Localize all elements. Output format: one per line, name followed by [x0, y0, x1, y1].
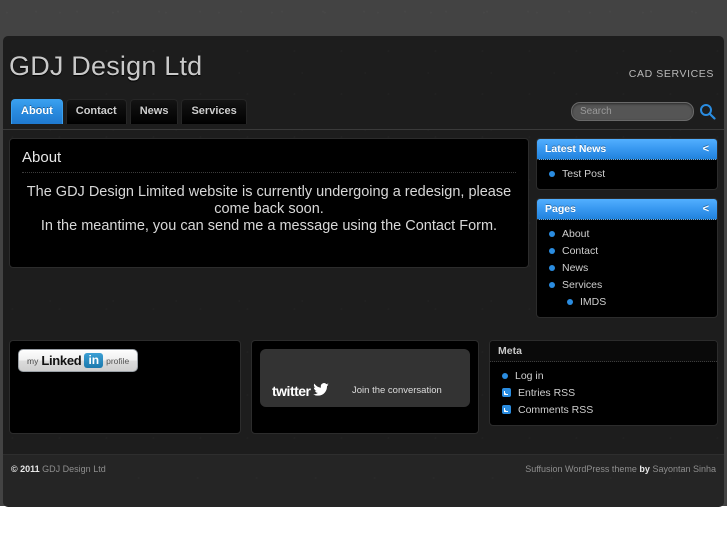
meta-link-entries-rss[interactable]: Entries RSS: [498, 384, 709, 401]
pages-sublist-services: IMDS: [545, 293, 709, 310]
twitter-logo-text: twitter: [272, 383, 311, 399]
widget-body-pages: About Contact News Services IMDS: [537, 220, 717, 317]
bottom-widget-row: my Linked in profile twitter Join the co…: [3, 326, 724, 434]
widget-header-latest-news: Latest News <: [537, 139, 717, 160]
collapse-toggle-icon[interactable]: <: [703, 203, 709, 215]
page-link-label: IMDS: [580, 295, 607, 308]
page-link-label: Contact: [562, 244, 599, 257]
nav-item-contact[interactable]: Contact: [65, 99, 127, 124]
widget-title-meta: Meta: [498, 345, 522, 357]
meta-link-log-in[interactable]: Log in: [498, 367, 709, 384]
widget-header-pages: Pages <: [537, 199, 717, 220]
page-link-news[interactable]: News: [545, 259, 709, 276]
post-title: About: [22, 149, 516, 173]
linkedin-badge-profile: profile: [106, 355, 130, 366]
main-layout: About The GDJ Design Limited website is …: [3, 130, 724, 326]
search-icon[interactable]: [699, 103, 716, 120]
twitter-bird-icon: [312, 383, 329, 399]
bullet-icon: [549, 264, 555, 271]
page-link-label: News: [562, 261, 589, 274]
bullet-icon: [549, 247, 555, 254]
list-item[interactable]: News: [545, 259, 709, 276]
meta-list: Log in Entries RSS Comments RSS: [498, 367, 709, 418]
nav-item-news[interactable]: News: [129, 99, 179, 124]
list-item[interactable]: IMDS: [563, 293, 709, 310]
meta-link-label: Entries RSS: [518, 386, 576, 399]
content-column: About The GDJ Design Limited website is …: [9, 138, 529, 326]
nav-link-contact[interactable]: Contact: [65, 99, 127, 124]
main-navigation: About Contact News Services: [3, 99, 724, 130]
bullet-icon: [549, 281, 555, 288]
meta-link-label: Comments RSS: [518, 403, 594, 416]
footer-credit: Suffusion WordPress theme by Sayontan Si…: [525, 464, 716, 474]
linkedin-in-icon: in: [84, 353, 104, 368]
rss-icon: [502, 388, 511, 397]
list-item[interactable]: Test Post: [545, 165, 709, 182]
list-item[interactable]: Comments RSS: [498, 401, 709, 418]
site-header: GDJ Design Ltd CAD SERVICES: [3, 36, 724, 99]
linkedin-profile-badge[interactable]: my Linked in profile: [18, 349, 139, 372]
footer-copyright: © 2011 GDJ Design Ltd: [11, 464, 106, 474]
site-title: GDJ Design Ltd: [9, 51, 203, 81]
search-area: [571, 102, 716, 121]
widget-linkedin: my Linked in profile: [9, 340, 241, 434]
nav-item-about[interactable]: About: [11, 99, 63, 124]
footer-copyright-year: © 2011: [11, 464, 40, 474]
latest-news-list: Test Post: [545, 165, 709, 182]
news-link-test-post[interactable]: Test Post: [545, 165, 709, 182]
footer-credit-theme: Suffusion WordPress theme: [525, 464, 640, 474]
meta-link-label: Log in: [515, 369, 544, 382]
page-link-about[interactable]: About: [545, 225, 709, 242]
widget-pages: Pages < About Contact News Services IMDS: [536, 198, 718, 318]
twitter-tagline: Join the conversation: [352, 385, 442, 396]
footer-credit-author: Sayontan Sinha: [649, 464, 716, 474]
list-item[interactable]: Log in: [498, 367, 709, 384]
site-wrapper: GDJ Design Ltd CAD SERVICES About Contac…: [3, 36, 724, 454]
bullet-icon: [549, 230, 555, 237]
pages-list: About Contact News Services IMDS: [545, 225, 709, 310]
page-link-label: About: [562, 227, 590, 240]
widget-body-latest-news: Test Post: [537, 160, 717, 189]
widget-body-meta: Log in Entries RSS Comments RSS: [490, 362, 717, 425]
site-footer: © 2011 GDJ Design Ltd Suffusion WordPres…: [3, 454, 724, 507]
nav-link-about[interactable]: About: [11, 99, 63, 124]
nav-item-services[interactable]: Services: [181, 99, 247, 124]
meta-link-comments-rss[interactable]: Comments RSS: [498, 401, 709, 418]
search-input[interactable]: [571, 102, 694, 121]
page-link-services[interactable]: Services: [545, 276, 709, 293]
post-box: About The GDJ Design Limited website is …: [9, 138, 529, 268]
nav-link-services[interactable]: Services: [181, 99, 247, 124]
widget-header-meta: Meta: [490, 341, 717, 362]
linkedin-badge-linked: Linked: [41, 353, 82, 368]
nav-link-news[interactable]: News: [129, 99, 179, 124]
widget-twitter: twitter Join the conversation: [251, 340, 479, 434]
widget-meta: Meta Log in Entries RSS Comments RSS: [489, 340, 718, 426]
list-item[interactable]: Services IMDS: [545, 276, 709, 310]
page-link-imds[interactable]: IMDS: [563, 293, 709, 310]
widget-latest-news: Latest News < Test Post: [536, 138, 718, 190]
post-body: The GDJ Design Limited website is curren…: [26, 184, 512, 234]
site-tagline: CAD SERVICES: [628, 68, 714, 80]
news-link-label: Test Post: [562, 167, 606, 180]
rss-icon: [502, 405, 511, 414]
twitter-logo: twitter: [272, 383, 329, 399]
footer-copyright-name: GDJ Design Ltd: [39, 464, 106, 474]
collapse-toggle-icon[interactable]: <: [703, 143, 709, 155]
footer-credit-by: by: [639, 464, 650, 474]
list-item[interactable]: Entries RSS: [498, 384, 709, 401]
nav-list: About Contact News Services: [11, 99, 247, 124]
sidebar-column: Latest News < Test Post Pages < About Co…: [536, 138, 718, 326]
page-link-contact[interactable]: Contact: [545, 242, 709, 259]
list-item[interactable]: Contact: [545, 242, 709, 259]
bullet-icon: [549, 170, 555, 177]
bullet-icon: [502, 372, 508, 379]
linkedin-badge-my: my: [27, 355, 39, 366]
page-link-label: Services: [562, 278, 603, 291]
list-item[interactable]: About: [545, 225, 709, 242]
bullet-icon: [567, 298, 573, 305]
twitter-banner[interactable]: twitter Join the conversation: [260, 349, 470, 407]
widget-title-latest-news: Latest News: [545, 143, 607, 155]
widget-title-pages: Pages: [545, 203, 576, 215]
